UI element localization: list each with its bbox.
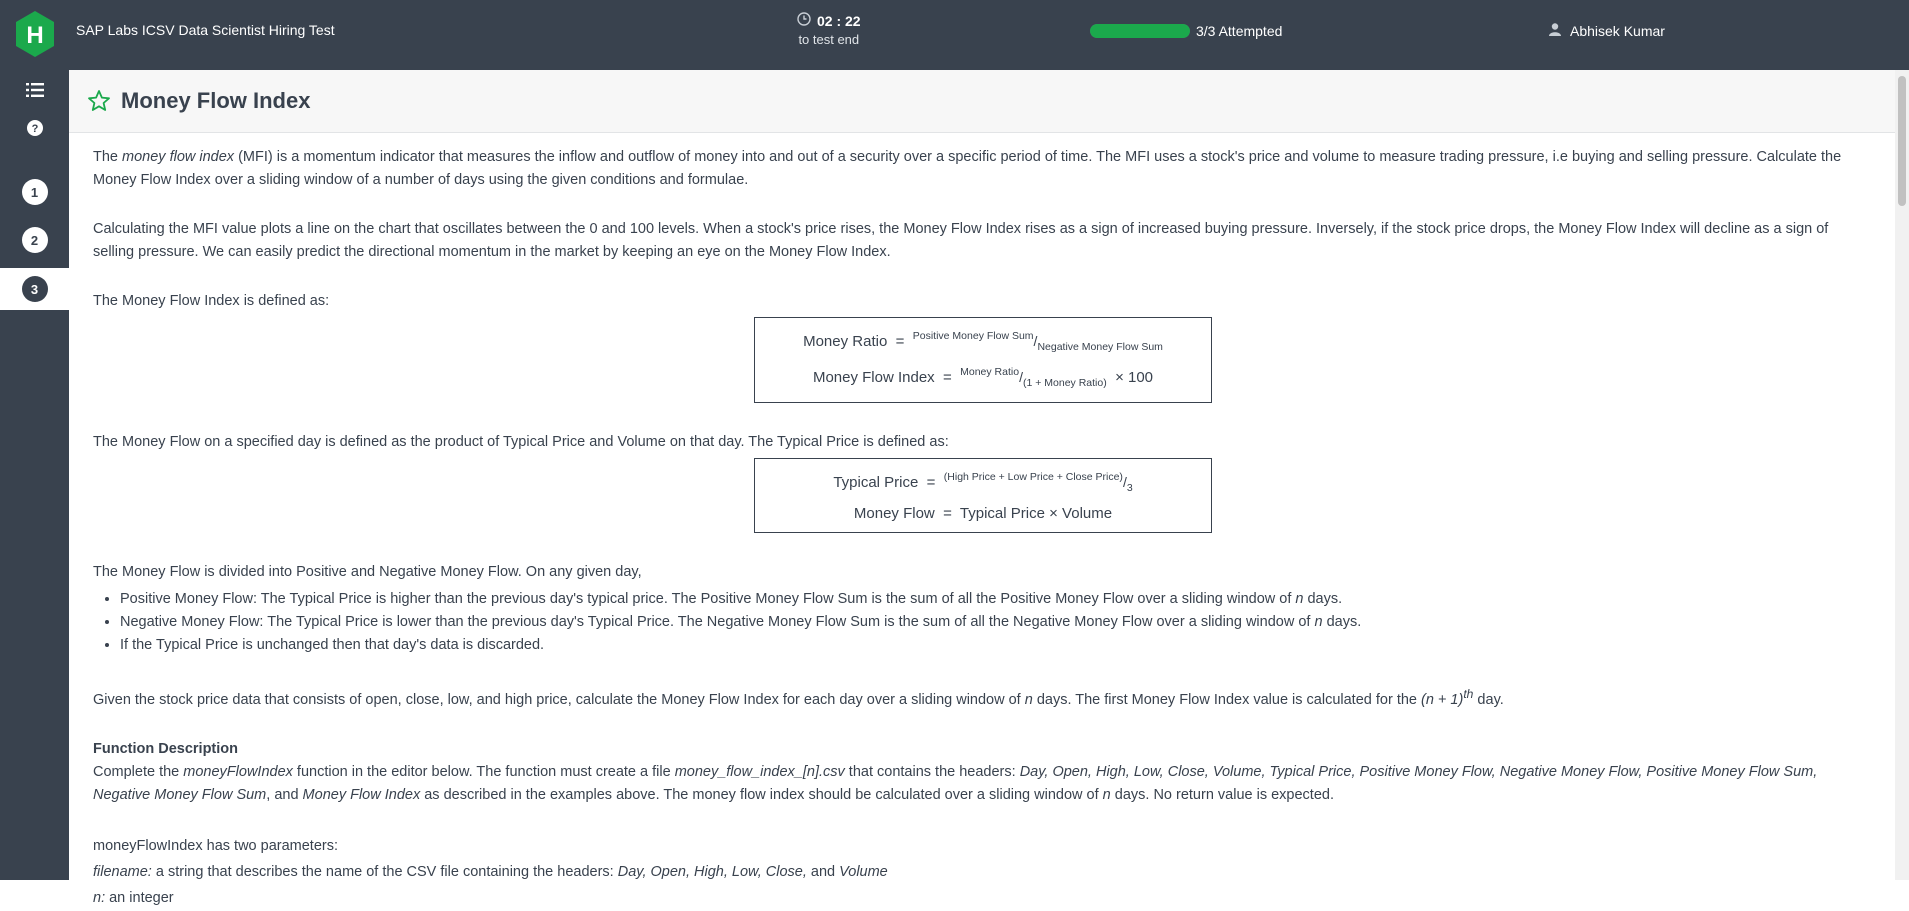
text-em: n xyxy=(1314,614,1323,630)
problem-statement: The money flow index (MFI) is a momentum… xyxy=(93,146,1873,911)
text-sup: th xyxy=(1463,687,1474,701)
text: as described in the examples above. The … xyxy=(420,786,1103,803)
parameters-heading: moneyFlowIndex has two parameters: xyxy=(93,837,338,854)
question-number: 2 xyxy=(21,227,48,253)
svg-text:H: H xyxy=(26,22,43,49)
money-flow-rules: Positive Money Flow: The Typical Price i… xyxy=(120,588,1873,657)
question-nav-1[interactable]: 1 xyxy=(0,174,69,210)
money-flow-formula: Money Flow = Typical Price × Volume xyxy=(853,505,1113,522)
timer-label: to test end xyxy=(798,32,860,47)
formula-numerator: Positive Money Flow Sum xyxy=(912,330,1034,342)
clock-icon xyxy=(797,12,811,29)
svg-text:?: ? xyxy=(31,123,38,135)
formula-denominator: 3 xyxy=(1126,482,1133,494)
text-em: (n + 1) xyxy=(1421,691,1464,708)
text-em: n xyxy=(1102,786,1111,803)
text-em: Volume xyxy=(839,863,888,880)
bookmark-star-icon[interactable] xyxy=(87,89,111,113)
money-ratio-formula: Money Ratio = Positive Money Flow Sum/Ne… xyxy=(803,330,1163,353)
text: an integer xyxy=(105,889,174,906)
text: Negative Money Flow: The Typical Price i… xyxy=(120,614,1315,630)
text-em: moneyFlowIndex xyxy=(183,763,293,780)
text: function in the editor below. The functi… xyxy=(292,763,675,780)
text-em: money flow index xyxy=(122,149,235,165)
hackerrank-logo[interactable]: H xyxy=(14,10,56,58)
mfi-formula: Money Flow Index = Money Ratio/(1 + Mone… xyxy=(812,366,1154,389)
mfi-formula-box: Money Ratio = Positive Money Flow Sum/Ne… xyxy=(754,317,1212,403)
list-item: If the Typical Price is unchanged then t… xyxy=(120,634,1873,657)
function-description: Complete the moneyFlowIndex function in … xyxy=(93,761,1873,807)
text: days. No return value is expected. xyxy=(1110,786,1334,803)
progress-label: 3/3 Attempted xyxy=(1196,23,1283,39)
text: If the Typical Price is unchanged then t… xyxy=(120,637,545,653)
question-number: 3 xyxy=(21,276,48,302)
money-flow-divided: The Money Flow is divided into Positive … xyxy=(93,564,642,580)
attempt-progress: 3/3 Attempted xyxy=(1090,23,1282,39)
formula-term: Typical Price xyxy=(833,474,919,491)
given-paragraph: Given the stock price data that consists… xyxy=(93,683,1873,712)
vertical-scrollbar[interactable] xyxy=(1895,70,1909,880)
formula-term: × 100 xyxy=(1115,369,1154,386)
question-nav-2[interactable]: 2 xyxy=(0,222,69,258)
test-title: SAP Labs ICSV Data Scientist Hiring Test xyxy=(76,22,335,38)
formula-denominator: Negative Money Flow Sum xyxy=(1037,341,1163,353)
text-em: n xyxy=(1024,691,1033,708)
help-button[interactable]: ? xyxy=(0,112,69,148)
user-icon xyxy=(1548,22,1562,39)
formula-numerator: Money Ratio xyxy=(960,366,1020,378)
top-bar: H SAP Labs ICSV Data Scientist Hiring Te… xyxy=(0,0,1909,70)
text: (MFI) is a momentum indicator that measu… xyxy=(93,149,1842,188)
text: day. xyxy=(1473,691,1504,708)
function-description-heading: Function Description xyxy=(93,740,238,757)
mfi-explanation: Calculating the MFI value plots a line o… xyxy=(93,221,1829,260)
param-name: n: xyxy=(93,889,106,906)
formula-numerator: (High Price + Low Price + Close Price) xyxy=(943,471,1123,483)
typical-price-formula: Typical Price = (High Price + Low Price … xyxy=(833,471,1133,494)
text-em: money_flow_index_[n].csv xyxy=(674,763,845,780)
question-nav-3[interactable]: 3 xyxy=(0,268,69,310)
formula-term: Money Ratio xyxy=(803,333,888,350)
text: a string that describes the name of the … xyxy=(151,863,618,880)
text: that contains the headers: xyxy=(844,763,1020,780)
user-name: Abhisek Kumar xyxy=(1570,22,1665,39)
timer-value: 02 : 22 xyxy=(817,12,861,29)
page-title: Money Flow Index xyxy=(121,88,311,113)
text: days. xyxy=(1303,591,1343,607)
text: days. xyxy=(1322,614,1362,630)
list-view-button[interactable] xyxy=(0,74,69,110)
scrollbar-thumb[interactable] xyxy=(1898,76,1906,206)
timer: 02 : 22 to test end xyxy=(797,12,861,47)
question-header: Money Flow Index xyxy=(69,70,1895,133)
text: Complete the xyxy=(93,763,184,780)
text: , and xyxy=(266,786,303,803)
text: The xyxy=(93,149,123,165)
question-sidebar: ? 1 2 3 xyxy=(0,70,69,880)
parameter-n: n: an integer xyxy=(93,885,1873,911)
help-icon: ? xyxy=(26,119,44,142)
intro-paragraph: The money flow index (MFI) is a momentum… xyxy=(93,146,1873,192)
defined-as-label: The Money Flow Index is defined as: xyxy=(93,293,330,309)
text: Positive Money Flow: The Typical Price i… xyxy=(120,591,1296,607)
parameters-section: moneyFlowIndex has two parameters: filen… xyxy=(93,833,1873,911)
typical-price-formula-box: Typical Price = (High Price + Low Price … xyxy=(754,458,1212,533)
user-menu[interactable]: Abhisek Kumar xyxy=(1548,22,1665,39)
list-item: Negative Money Flow: The Typical Price i… xyxy=(120,611,1873,634)
text: days. The first Money Flow Index value i… xyxy=(1032,691,1422,708)
progress-bar-fill xyxy=(1090,24,1190,38)
text: and xyxy=(806,863,840,880)
parameter-filename: filename: a string that describes the na… xyxy=(93,859,1873,885)
text-em: Money Flow Index xyxy=(302,786,421,803)
list-item: Positive Money Flow: The Typical Price i… xyxy=(120,588,1873,611)
progress-bar xyxy=(1090,24,1190,38)
money-flow-definition: The Money Flow on a specified day is def… xyxy=(93,434,949,450)
formula-denominator: (1 + Money Ratio) xyxy=(1022,377,1107,389)
question-number: 1 xyxy=(21,179,48,205)
param-name: filename: xyxy=(93,863,152,880)
text: Given the stock price data that consists… xyxy=(93,691,1025,708)
text-em: Day, Open, High, Low, Close, xyxy=(617,863,807,880)
list-icon xyxy=(25,82,44,103)
formula-term: Money Flow Index xyxy=(812,369,935,386)
